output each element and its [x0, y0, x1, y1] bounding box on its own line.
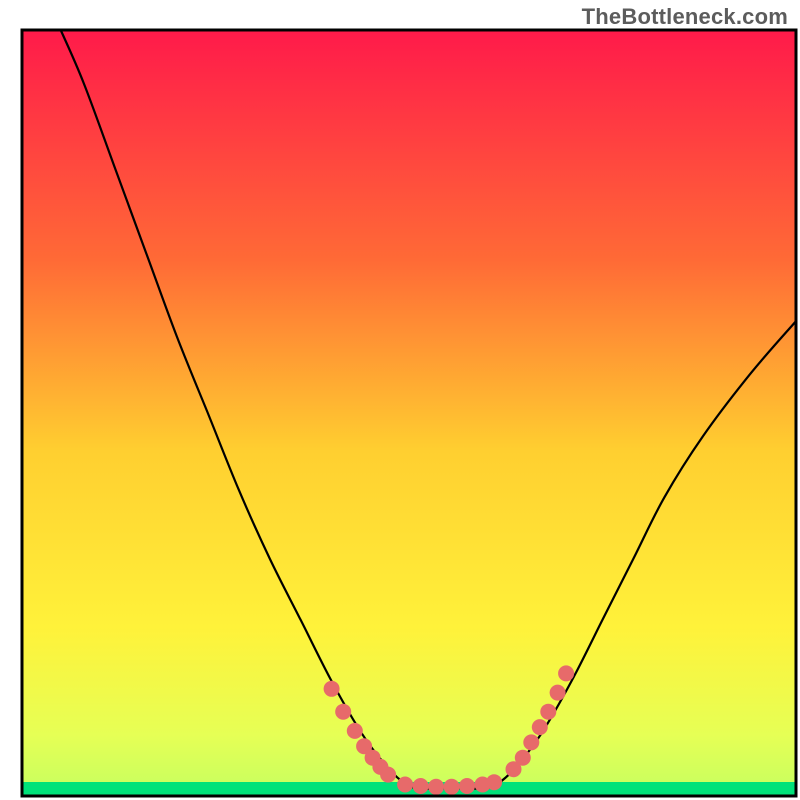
data-dot [428, 779, 444, 795]
watermark-label: TheBottleneck.com [582, 4, 788, 30]
data-dot [459, 778, 475, 794]
data-dot [335, 704, 351, 720]
data-dot [347, 723, 363, 739]
plot-background [22, 30, 796, 796]
bottleneck-chart [0, 0, 800, 800]
data-dot [532, 719, 548, 735]
data-dot [558, 665, 574, 681]
data-dot [515, 750, 531, 766]
data-dot [486, 774, 502, 790]
data-dot [413, 778, 429, 794]
data-dot [380, 767, 396, 783]
chart-container: TheBottleneck.com [0, 0, 800, 800]
data-dot [540, 704, 556, 720]
data-dot [444, 779, 460, 795]
data-dot [324, 681, 340, 697]
data-dot [397, 777, 413, 793]
data-dot [550, 685, 566, 701]
data-dot [523, 734, 539, 750]
